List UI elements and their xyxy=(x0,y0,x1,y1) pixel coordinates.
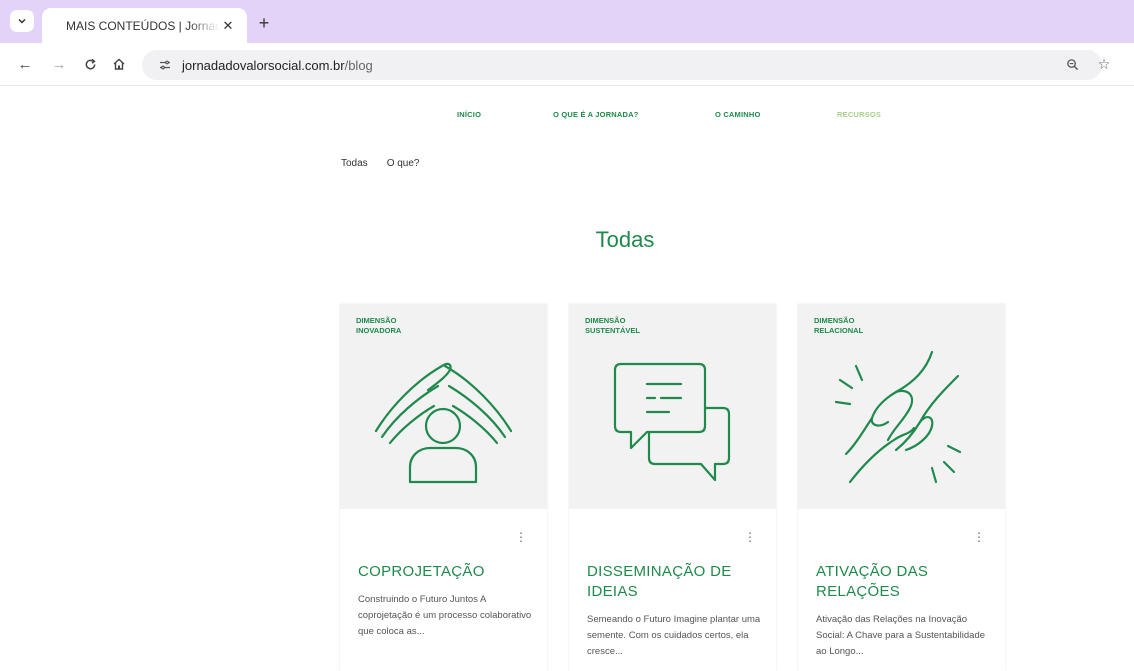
zoom-glyph xyxy=(1066,58,1078,70)
category-filter: Todas O que? xyxy=(341,158,420,169)
url-host: jornadadovalorsocial.com.br xyxy=(182,57,345,73)
tab-search-menu-button[interactable] xyxy=(10,10,34,32)
back-arrow-icon[interactable]: ← xyxy=(14,53,36,75)
browser-tab-bar: MAIS CONTEÚDOS | Jornada do Valor Social… xyxy=(0,0,1134,43)
tune-glyph xyxy=(160,60,170,70)
card-image[interactable]: DIMENSÃO INOVADORA xyxy=(340,304,547,509)
close-tab-icon[interactable]: ✕ xyxy=(219,17,237,35)
handshake-icon xyxy=(834,350,962,484)
browser-toolbar: ← → jornadadovalorsocial.com.br/blog ☆ xyxy=(0,43,1134,86)
card-title[interactable]: COPROJETAÇÃO xyxy=(358,562,538,582)
nav-link-o-caminho[interactable]: O CAMINHO xyxy=(715,110,761,119)
nav-link-recursos[interactable]: RECURSOS xyxy=(837,110,881,119)
home-icon[interactable] xyxy=(108,53,130,75)
home-glyph xyxy=(113,58,125,70)
reload-glyph xyxy=(85,58,96,69)
post-card-coprojetacao[interactable]: DIMENSÃO INOVADORA ⋮ COPROJETAÇÃO Constr… xyxy=(340,304,547,671)
filter-todas[interactable]: Todas xyxy=(341,158,368,169)
tab-title: MAIS CONTEÚDOS | Jornada do Valor Social xyxy=(66,18,219,33)
card-more-options-icon[interactable]: ⋮ xyxy=(515,530,527,544)
post-card-disseminacao-de-ideias[interactable]: DIMENSÃO SUSTENTÁVEL ⋮ DISSEMINAÇÃO DE I… xyxy=(569,304,776,671)
bookmark-star-icon[interactable]: ☆ xyxy=(1093,53,1115,75)
card-excerpt: Ativação das Relações na Inovação Social… xyxy=(816,614,986,657)
card-excerpt: Construindo o Futuro Juntos A coprojetaç… xyxy=(358,594,532,637)
nav-link-o-que-e-a-jornada[interactable]: O QUE É A JORNADA? xyxy=(553,110,639,119)
card-more-options-icon[interactable]: ⋮ xyxy=(744,530,756,544)
speech-bubbles-icon xyxy=(613,362,731,482)
nav-link-inicio[interactable]: INÍCIO xyxy=(457,110,481,119)
card-title[interactable]: ATIVAÇÃO DAS RELAÇÕES xyxy=(816,562,996,602)
url-text: jornadadovalorsocial.com.br/blog xyxy=(182,58,373,73)
forward-arrow-icon[interactable]: → xyxy=(48,53,70,75)
section-title: Todas xyxy=(595,227,655,252)
new-tab-button[interactable]: + xyxy=(254,13,274,33)
url-path: /blog xyxy=(344,57,373,73)
card-more-options-icon[interactable]: ⋮ xyxy=(973,530,985,544)
card-image[interactable]: DIMENSÃO SUSTENTÁVEL xyxy=(569,304,776,509)
post-card-ativacao-das-relacoes[interactable]: DIMENSÃO RELACIONAL ⋮ ATIVAÇÃO DAS RELAÇ… xyxy=(798,304,1005,671)
chevron-down-icon xyxy=(18,18,26,24)
card-title[interactable]: DISSEMINAÇÃO DE IDEIAS xyxy=(587,562,767,602)
address-bar[interactable]: jornadadovalorsocial.com.br/blog xyxy=(142,50,1102,80)
card-excerpt: Semeando o Futuro Imagine plantar uma se… xyxy=(587,614,761,657)
site-navigation: INÍCIO O QUE É A JORNADA? O CAMINHO RECU… xyxy=(0,110,1134,126)
reload-icon[interactable] xyxy=(79,53,101,75)
card-image[interactable]: DIMENSÃO RELACIONAL xyxy=(798,304,1005,509)
filter-o-que[interactable]: O que? xyxy=(387,158,420,169)
site-info-icon[interactable] xyxy=(154,54,176,76)
hands-over-person-icon xyxy=(374,362,513,484)
browser-tab[interactable]: MAIS CONTEÚDOS | Jornada do Valor Social… xyxy=(42,8,247,43)
zoom-icon[interactable] xyxy=(1061,53,1083,75)
